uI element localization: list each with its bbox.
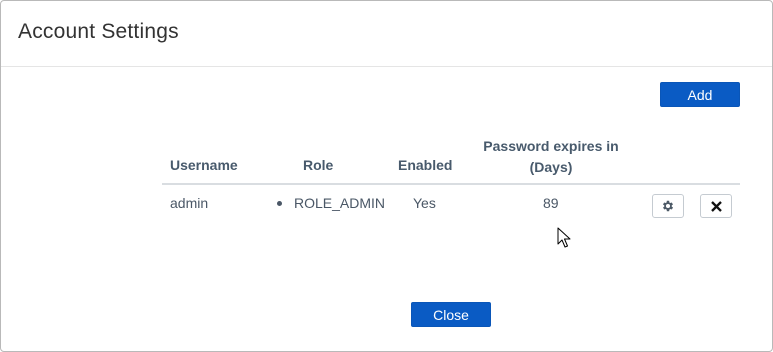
close-icon: [710, 200, 722, 212]
role-label: ROLE_ADMIN: [294, 195, 386, 211]
gear-icon: [662, 200, 674, 212]
column-header-enabled: Enabled: [398, 157, 453, 173]
column-header-role: Role: [303, 157, 334, 173]
mouse-pointer-icon: [557, 227, 571, 248]
cell-username: admin: [170, 195, 209, 211]
column-header-password-expires: Password expires in (Days): [483, 138, 619, 175]
dialog-title: Account Settings: [18, 20, 179, 43]
delete-button[interactable]: [700, 194, 732, 218]
cell-enabled: Yes: [413, 195, 436, 211]
account-settings-dialog: Account Settings Add Username Role Enabl…: [0, 0, 773, 352]
bullet-icon: [277, 200, 282, 206]
dialog-header: Account Settings: [1, 1, 772, 67]
table-header-divider: [162, 183, 740, 185]
cell-password-expires: 89: [543, 195, 559, 211]
settings-button[interactable]: [652, 194, 684, 218]
add-button[interactable]: Add: [660, 82, 740, 107]
cell-role: ROLE_ADMIN: [277, 195, 385, 211]
close-button[interactable]: Close: [411, 302, 491, 327]
column-header-username: Username: [170, 157, 238, 173]
